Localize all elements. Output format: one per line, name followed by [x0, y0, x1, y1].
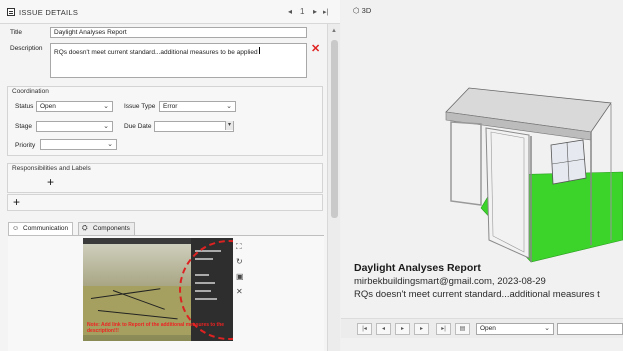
status-filter-select[interactable]: Open ⌄: [476, 323, 554, 335]
responsibilities-heading: Responsibilities and Labels: [12, 165, 91, 172]
delete-icon[interactable]: ✕: [311, 42, 320, 55]
play-button[interactable]: ▸: [395, 323, 410, 335]
image-icon[interactable]: ▣: [236, 272, 244, 281]
snapshot-note: Note: Add link to Report of the addition…: [87, 322, 225, 334]
refresh-icon[interactable]: ↻: [236, 257, 243, 266]
priority-label: Priority: [15, 142, 36, 149]
chevron-down-icon: ⌄: [103, 123, 109, 130]
model-window: [550, 139, 587, 185]
first-issue-button[interactable]: |◂: [357, 323, 372, 335]
page-number: 1: [300, 7, 305, 16]
chevron-down-icon: ⌄: [103, 103, 109, 110]
issue-details-icon: [7, 8, 15, 16]
overlay-issue-description: RQs doesn't meet current standard...addi…: [354, 289, 600, 300]
responsibilities-group: Responsibilities and Labels: [7, 163, 323, 193]
viewer-toolbar: |◂ ◂ ▸ ▸ ▸| ▤ Open ⌄: [341, 318, 623, 338]
scroll-up-icon[interactable]: ▲: [331, 28, 337, 34]
next-issue-button[interactable]: ▸: [313, 7, 317, 16]
last-issue-button[interactable]: ▸|: [436, 323, 451, 335]
stage-label: Stage: [15, 123, 32, 130]
labels-group: [7, 194, 323, 211]
components-icon: ⛭: [82, 225, 88, 232]
priority-select[interactable]: ⌄: [40, 139, 117, 150]
status-label: Status: [15, 103, 34, 110]
issue-type-select[interactable]: Error ⌄: [159, 101, 236, 112]
previous-issue-button[interactable]: ◂: [376, 323, 391, 335]
previous-issue-button[interactable]: ◂: [288, 7, 292, 16]
tab-communication-label: Communication: [23, 225, 69, 232]
text-cursor: [258, 47, 260, 54]
issue-details-header: ISSUE DETAILS ◂ 1 ▸ ▸|: [0, 0, 340, 24]
panel-scrollbar[interactable]: ▲: [327, 24, 340, 351]
panel-title: ISSUE DETAILS: [19, 8, 79, 17]
snapshot-toolbar: [83, 238, 191, 244]
add-label-icon[interactable]: +: [13, 195, 20, 209]
calendar-dropdown-icon[interactable]: ▾: [224, 121, 233, 130]
description-text: RQs doesn't meet current standard...addi…: [54, 49, 258, 56]
zoom-fit-icon[interactable]: ⛶: [236, 242, 242, 252]
scrollbar-thumb[interactable]: [331, 40, 338, 218]
view-issue-button[interactable]: ▤: [455, 323, 470, 335]
status-select[interactable]: Open ⌄: [36, 101, 113, 112]
add-responsibility-icon[interactable]: +: [47, 175, 54, 189]
status-value: Open: [40, 103, 56, 110]
issue-details-panel: ISSUE DETAILS ◂ 1 ▸ ▸| Title Daylight An…: [0, 0, 340, 351]
chevron-down-icon: ⌄: [544, 325, 550, 332]
due-date-input[interactable]: ▾: [154, 121, 234, 132]
last-issue-button[interactable]: ▸|: [323, 8, 328, 16]
viewer-search-input[interactable]: [557, 323, 623, 335]
next-issue-button[interactable]: ▸: [414, 323, 429, 335]
overlay-issue-meta: mirbekbuildingsmart@gmail.com, 2023-08-2…: [354, 276, 546, 287]
chat-icon: ☺: [12, 225, 20, 232]
stage-select[interactable]: ⌄: [36, 121, 113, 132]
issue-type-label: Issue Type: [124, 103, 156, 110]
issue-snapshot-image[interactable]: Note: Add link to Report of the addition…: [83, 238, 233, 341]
overlay-issue-title: Daylight Analyses Report: [354, 262, 481, 274]
tab-communication[interactable]: ☺ Communication: [8, 222, 74, 235]
issue-type-value: Error: [163, 103, 178, 110]
title-input[interactable]: Daylight Analyses Report: [50, 27, 307, 38]
tab-components-label: Components: [93, 225, 130, 232]
coordination-heading: Coordination: [12, 88, 49, 95]
title-label: Title: [10, 29, 23, 36]
due-date-label: Due Date: [124, 123, 152, 130]
chevron-down-icon: ⌄: [226, 103, 232, 110]
status-filter-value: Open: [480, 325, 496, 332]
chevron-down-icon: ⌄: [107, 141, 113, 148]
tab-components[interactable]: ⛭ Components: [78, 222, 135, 235]
remove-snapshot-icon[interactable]: ✕: [236, 287, 243, 296]
viewer-3d-panel[interactable]: ⬡ 3D Daylight Analyses Report mirbekbuil…: [341, 0, 623, 351]
description-input[interactable]: RQs doesn't meet current standard...addi…: [50, 43, 307, 78]
description-label: Description: [10, 45, 43, 52]
model-frame: [450, 121, 482, 206]
